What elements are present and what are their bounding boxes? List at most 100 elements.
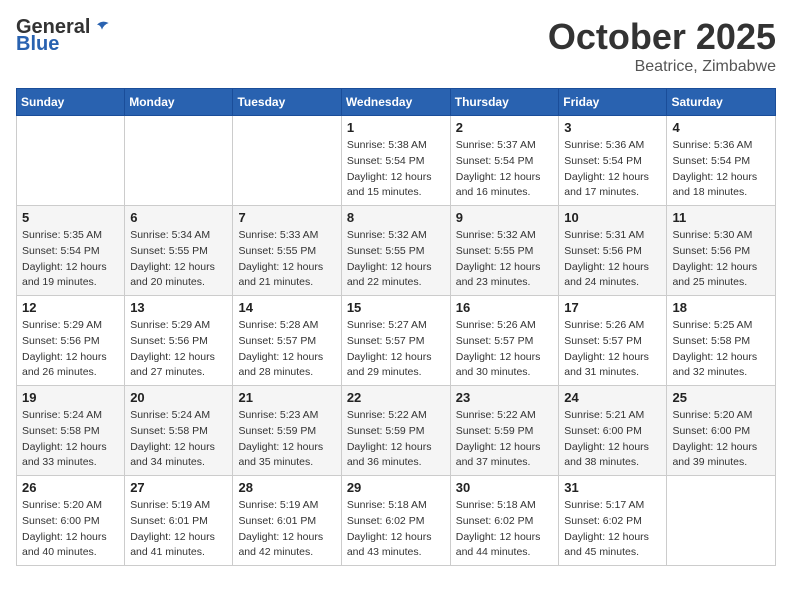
day-info: Sunrise: 5:36 AM Sunset: 5:54 PM Dayligh… (564, 138, 661, 201)
day-info: Sunrise: 5:22 AM Sunset: 5:59 PM Dayligh… (347, 408, 445, 471)
day-number: 9 (456, 210, 554, 225)
weekday-header-monday: Monday (125, 89, 233, 116)
page-header: General Blue October 2025 Beatrice, Zimb… (16, 16, 776, 76)
day-info: Sunrise: 5:18 AM Sunset: 6:02 PM Dayligh… (347, 498, 445, 561)
calendar-cell: 14 Sunrise: 5:28 AM Sunset: 5:57 PM Dayli… (233, 296, 341, 386)
calendar-table: SundayMondayTuesdayWednesdayThursdayFrid… (16, 88, 776, 566)
day-number: 28 (238, 480, 335, 495)
calendar-cell: 9 Sunrise: 5:32 AM Sunset: 5:55 PM Daylig… (450, 206, 559, 296)
day-info: Sunrise: 5:19 AM Sunset: 6:01 PM Dayligh… (238, 498, 335, 561)
weekday-header-saturday: Saturday (667, 89, 776, 116)
location: Beatrice, Zimbabwe (548, 58, 776, 76)
calendar-week-row: 19 Sunrise: 5:24 AM Sunset: 5:58 PM Dayli… (17, 386, 776, 476)
day-number: 5 (22, 210, 119, 225)
calendar-cell: 19 Sunrise: 5:24 AM Sunset: 5:58 PM Dayli… (17, 386, 125, 476)
calendar-cell: 20 Sunrise: 5:24 AM Sunset: 5:58 PM Dayli… (125, 386, 233, 476)
day-info: Sunrise: 5:18 AM Sunset: 6:02 PM Dayligh… (456, 498, 554, 561)
day-number: 29 (347, 480, 445, 495)
day-info: Sunrise: 5:34 AM Sunset: 5:55 PM Dayligh… (130, 228, 227, 291)
day-number: 18 (672, 300, 770, 315)
day-number: 15 (347, 300, 445, 315)
day-info: Sunrise: 5:26 AM Sunset: 5:57 PM Dayligh… (564, 318, 661, 381)
calendar-cell: 21 Sunrise: 5:23 AM Sunset: 5:59 PM Dayli… (233, 386, 341, 476)
day-number: 23 (456, 390, 554, 405)
day-info: Sunrise: 5:24 AM Sunset: 5:58 PM Dayligh… (22, 408, 119, 471)
day-info: Sunrise: 5:24 AM Sunset: 5:58 PM Dayligh… (130, 408, 227, 471)
day-number: 12 (22, 300, 119, 315)
day-info: Sunrise: 5:21 AM Sunset: 6:00 PM Dayligh… (564, 408, 661, 471)
calendar-cell: 12 Sunrise: 5:29 AM Sunset: 5:56 PM Dayli… (17, 296, 125, 386)
day-number: 4 (672, 120, 770, 135)
calendar-cell: 4 Sunrise: 5:36 AM Sunset: 5:54 PM Daylig… (667, 116, 776, 206)
day-info: Sunrise: 5:22 AM Sunset: 5:59 PM Dayligh… (456, 408, 554, 471)
calendar-cell: 16 Sunrise: 5:26 AM Sunset: 5:57 PM Dayli… (450, 296, 559, 386)
day-number: 6 (130, 210, 227, 225)
calendar-cell: 29 Sunrise: 5:18 AM Sunset: 6:02 PM Dayli… (341, 476, 450, 566)
calendar-cell: 31Sunrise: 5:17 AM Sunset: 6:02 PM Dayli… (559, 476, 667, 566)
calendar-cell: 6 Sunrise: 5:34 AM Sunset: 5:55 PM Daylig… (125, 206, 233, 296)
calendar-cell: 18Sunrise: 5:25 AM Sunset: 5:58 PM Dayli… (667, 296, 776, 386)
calendar-cell: 2Sunrise: 5:37 AM Sunset: 5:54 PM Daylig… (450, 116, 559, 206)
day-info: Sunrise: 5:27 AM Sunset: 5:57 PM Dayligh… (347, 318, 445, 381)
calendar-cell: 1 Sunrise: 5:38 AM Sunset: 5:54 PM Daylig… (341, 116, 450, 206)
day-info: Sunrise: 5:36 AM Sunset: 5:54 PM Dayligh… (672, 138, 770, 201)
calendar-cell: 17 Sunrise: 5:26 AM Sunset: 5:57 PM Dayli… (559, 296, 667, 386)
day-info: Sunrise: 5:29 AM Sunset: 5:56 PM Dayligh… (22, 318, 119, 381)
logo-blue-text: Blue (16, 33, 59, 55)
calendar-cell: 30Sunrise: 5:18 AM Sunset: 6:02 PM Dayli… (450, 476, 559, 566)
calendar-week-row: 26Sunrise: 5:20 AM Sunset: 6:00 PM Dayli… (17, 476, 776, 566)
day-number: 1 (347, 120, 445, 135)
day-number: 13 (130, 300, 227, 315)
calendar-week-row: 12 Sunrise: 5:29 AM Sunset: 5:56 PM Dayli… (17, 296, 776, 386)
day-number: 14 (238, 300, 335, 315)
day-number: 17 (564, 300, 661, 315)
calendar-cell: 11Sunrise: 5:30 AM Sunset: 5:56 PM Dayli… (667, 206, 776, 296)
logo-bird-icon (92, 18, 112, 38)
day-info: Sunrise: 5:33 AM Sunset: 5:55 PM Dayligh… (238, 228, 335, 291)
day-number: 20 (130, 390, 227, 405)
day-number: 22 (347, 390, 445, 405)
calendar-cell: 3 Sunrise: 5:36 AM Sunset: 5:54 PM Daylig… (559, 116, 667, 206)
day-info: Sunrise: 5:32 AM Sunset: 5:55 PM Dayligh… (347, 228, 445, 291)
calendar-week-row: 1 Sunrise: 5:38 AM Sunset: 5:54 PM Daylig… (17, 116, 776, 206)
day-number: 3 (564, 120, 661, 135)
day-info: Sunrise: 5:28 AM Sunset: 5:57 PM Dayligh… (238, 318, 335, 381)
title-block: October 2025 Beatrice, Zimbabwe (548, 16, 776, 76)
day-number: 25 (672, 390, 770, 405)
day-info: Sunrise: 5:29 AM Sunset: 5:56 PM Dayligh… (130, 318, 227, 381)
calendar-week-row: 5 Sunrise: 5:35 AM Sunset: 5:54 PM Daylig… (17, 206, 776, 296)
day-number: 21 (238, 390, 335, 405)
calendar-cell: 8Sunrise: 5:32 AM Sunset: 5:55 PM Daylig… (341, 206, 450, 296)
day-number: 2 (456, 120, 554, 135)
calendar-cell: 23 Sunrise: 5:22 AM Sunset: 5:59 PM Dayli… (450, 386, 559, 476)
day-info: Sunrise: 5:31 AM Sunset: 5:56 PM Dayligh… (564, 228, 661, 291)
calendar-cell: 22 Sunrise: 5:22 AM Sunset: 5:59 PM Dayli… (341, 386, 450, 476)
calendar-cell: 15 Sunrise: 5:27 AM Sunset: 5:57 PM Dayli… (341, 296, 450, 386)
day-info: Sunrise: 5:38 AM Sunset: 5:54 PM Dayligh… (347, 138, 445, 201)
day-info: Sunrise: 5:35 AM Sunset: 5:54 PM Dayligh… (22, 228, 119, 291)
day-number: 27 (130, 480, 227, 495)
day-number: 11 (672, 210, 770, 225)
calendar-cell (667, 476, 776, 566)
day-number: 19 (22, 390, 119, 405)
day-number: 16 (456, 300, 554, 315)
calendar-cell: 5 Sunrise: 5:35 AM Sunset: 5:54 PM Daylig… (17, 206, 125, 296)
day-info: Sunrise: 5:20 AM Sunset: 6:00 PM Dayligh… (22, 498, 119, 561)
day-number: 24 (564, 390, 661, 405)
calendar-cell (125, 116, 233, 206)
calendar-cell: 13 Sunrise: 5:29 AM Sunset: 5:56 PM Dayli… (125, 296, 233, 386)
weekday-header-friday: Friday (559, 89, 667, 116)
day-info: Sunrise: 5:26 AM Sunset: 5:57 PM Dayligh… (456, 318, 554, 381)
weekday-header-wednesday: Wednesday (341, 89, 450, 116)
weekday-header-sunday: Sunday (17, 89, 125, 116)
calendar-cell: 10Sunrise: 5:31 AM Sunset: 5:56 PM Dayli… (559, 206, 667, 296)
calendar-cell (17, 116, 125, 206)
day-number: 7 (238, 210, 335, 225)
day-info: Sunrise: 5:32 AM Sunset: 5:55 PM Dayligh… (456, 228, 554, 291)
day-info: Sunrise: 5:19 AM Sunset: 6:01 PM Dayligh… (130, 498, 227, 561)
weekday-header-thursday: Thursday (450, 89, 559, 116)
logo: General Blue (16, 16, 112, 56)
day-info: Sunrise: 5:20 AM Sunset: 6:00 PM Dayligh… (672, 408, 770, 471)
weekday-header-tuesday: Tuesday (233, 89, 341, 116)
day-info: Sunrise: 5:23 AM Sunset: 5:59 PM Dayligh… (238, 408, 335, 471)
